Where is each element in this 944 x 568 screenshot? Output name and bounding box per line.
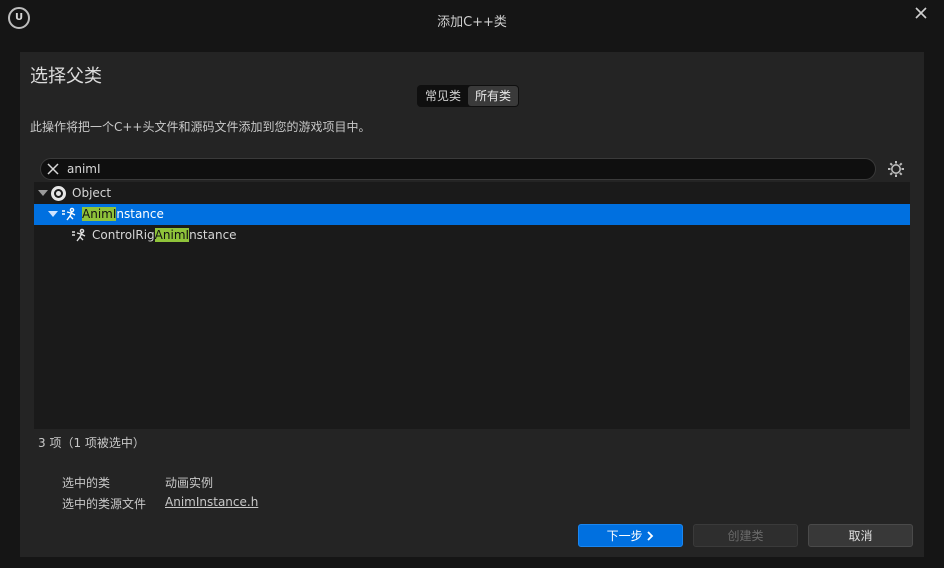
title-bar: U 添加C++类 (0, 0, 944, 38)
source-file-label: 选中的类源文件 (62, 497, 147, 511)
class-filter-tabs: 常见类 所有类 (417, 85, 520, 107)
tab-all-classes[interactable]: 所有类 (468, 86, 519, 106)
description-text: 此操作将把一个C++头文件和源码文件添加到您的游戏项目中。 (30, 120, 371, 134)
tree-item-label: AnimInstance (82, 204, 164, 225)
anim-instance-icon (61, 207, 79, 222)
anim-instance-icon (71, 228, 89, 243)
search-match-highlight: AnimI (154, 228, 190, 242)
window-title: 添加C++类 (437, 15, 507, 30)
search-match-highlight: AnimI (82, 207, 117, 221)
tree-item-label: Object (72, 186, 112, 200)
create-class-button[interactable]: 创建类 (693, 524, 798, 547)
tree-item-label: ControlRigAnimInstance (92, 225, 237, 246)
settings-gear-icon[interactable] (886, 158, 906, 180)
search-input[interactable]: animI (40, 158, 876, 180)
selected-class-label: 选中的类 (62, 476, 111, 490)
cancel-button[interactable]: 取消 (808, 524, 913, 547)
expand-arrow-icon[interactable] (38, 190, 48, 196)
source-file-link[interactable]: AnimInstance.h (165, 495, 258, 509)
chevron-right-icon (647, 531, 654, 541)
close-icon[interactable] (914, 6, 930, 22)
tree-item-controlriganiminstance[interactable]: ControlRigAnimInstance (34, 225, 910, 246)
label-suffix: nstance (116, 207, 164, 221)
label-suffix: nstance (189, 228, 237, 242)
class-tree: Object AnimInstance ControlRigAnimInstan… (34, 182, 910, 429)
dialog-panel: 选择父类 常见类 所有类 此操作将把一个C++头文件和源码文件添加到您的游戏项目… (20, 52, 924, 557)
search-value: animI (67, 162, 101, 176)
expand-arrow-icon[interactable] (48, 211, 58, 217)
label-prefix: ControlRig (92, 228, 155, 242)
next-button[interactable]: 下一步 (578, 524, 683, 547)
clear-search-icon[interactable] (47, 159, 59, 180)
tab-common-classes[interactable]: 常见类 (418, 86, 468, 106)
item-count: 3 项（1 项被选中） (38, 436, 145, 450)
tree-item-animinstance[interactable]: AnimInstance (34, 204, 910, 225)
next-button-label: 下一步 (606, 529, 643, 543)
tree-item-object[interactable]: Object (34, 183, 910, 204)
selected-class-value: 动画实例 (165, 476, 214, 490)
page-title: 选择父类 (30, 66, 102, 87)
object-class-icon (51, 186, 66, 201)
